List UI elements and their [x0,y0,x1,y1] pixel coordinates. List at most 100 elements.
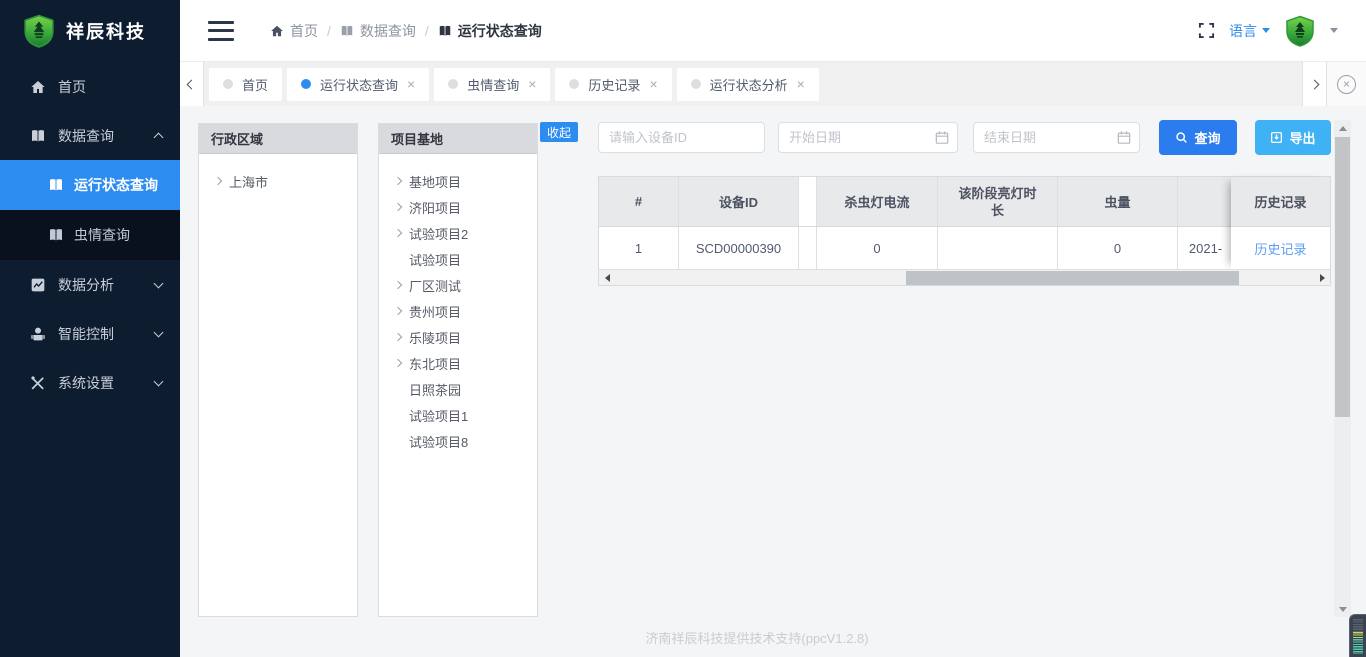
chevron-right-icon [394,281,402,289]
scroll-right-arrow-icon[interactable] [1314,270,1330,286]
caret-down-icon[interactable] [1330,28,1338,33]
breadcrumb-home[interactable]: 首页 [270,21,318,41]
sidebar-item-data-query[interactable]: 数据查询 [0,111,180,160]
hamburger-menu-icon[interactable] [208,21,234,41]
fullscreen-icon[interactable] [1198,22,1215,39]
tabbar: 首页 运行状态查询 × 虫情查询 × 历史记录 × [180,62,1366,106]
tabs-scroll-left-button[interactable] [180,62,204,106]
tab-history[interactable]: 历史记录 × [555,68,671,101]
column-header-date-partial [1178,177,1233,226]
tab-run-status-analysis[interactable]: 运行状态分析 × [677,68,819,101]
tree-item[interactable]: 贵州项目 [395,298,537,324]
column-header-partial [799,177,817,226]
chevron-down-icon [154,376,164,386]
scroll-left-arrow-icon[interactable] [599,270,615,286]
tree-item[interactable]: 试验项目 [395,246,537,272]
tab-dot-icon [223,79,233,89]
query-button[interactable]: 查询 [1159,120,1237,155]
footer-text: 济南祥辰科技提供技术支持(ppcV1.2.8) [180,628,1334,647]
book-icon [48,177,64,193]
scroll-down-arrow-icon[interactable] [1334,601,1351,617]
content-vertical-scrollbar[interactable] [1334,120,1351,617]
sidebar-item-smart-control[interactable]: 智能控制 [0,309,180,358]
tree-item[interactable]: 乐陵项目 [395,324,537,350]
scroll-up-arrow-icon[interactable] [1334,120,1351,136]
tree-item[interactable]: 东北项目 [395,350,537,376]
sidebar-item-run-status-query[interactable]: 运行状态查询 [0,160,180,210]
sidebar-item-label: 首页 [58,77,162,97]
horizontal-scrollbar-thumb[interactable] [906,271,1239,285]
start-date-input[interactable] [778,122,958,153]
chevron-right-icon [394,229,402,237]
tabs-menu-corner: × [1326,62,1366,106]
fixed-history-column: 历史记录 历史记录 [1231,177,1330,269]
avatar[interactable] [1284,15,1316,47]
tab-run-status-query[interactable]: 运行状态查询 × [287,68,429,101]
tab-close-icon[interactable]: × [649,77,657,91]
tab-dot-icon [691,79,701,89]
column-header-light-duration: 该阶段亮灯时长 [938,177,1058,226]
tab-close-icon[interactable]: × [407,77,415,91]
tree-item[interactable]: 日照茶园 [395,376,537,402]
tab-close-icon[interactable]: × [528,77,536,91]
tab-dot-icon [448,79,458,89]
tree-item[interactable]: 基地项目 [395,168,537,194]
tree-item[interactable]: 试验项目8 [395,428,537,454]
collapse-panels-button[interactable]: 收起 [540,122,578,142]
cell-index: 1 [599,227,679,269]
breadcrumb: 首页 / 数据查询 / 运行状态查询 [270,21,542,41]
vertical-scrollbar-thumb[interactable] [1335,137,1350,417]
home-icon [270,24,284,38]
region-tree: 上海市 [199,154,357,194]
tabs-scroll-right-button[interactable] [1302,62,1326,106]
calendar-icon [935,130,949,145]
tree-item-shanghai[interactable]: 上海市 [215,168,357,194]
end-date-input[interactable] [973,122,1140,153]
breadcrumb-data-query[interactable]: 数据查询 [340,21,416,41]
sidebar-item-insect-query[interactable]: 虫情查询 [0,210,180,260]
sidebar-item-system-settings[interactable]: 系统设置 [0,358,180,407]
table-horizontal-scrollbar[interactable] [599,269,1330,285]
chevron-down-icon [154,327,164,337]
device-id-input[interactable] [598,122,765,153]
app-window: 祥辰科技 首页 数据查询 运行 [0,0,1366,657]
meter-yellow-band [1353,632,1363,639]
history-record-link[interactable]: 历史记录 [1254,239,1306,258]
cell-current: 0 [817,227,938,269]
table-header-row: # 设备ID 杀虫灯电流 该阶段亮灯时长 虫量 [599,177,1330,227]
export-button[interactable]: 导出 [1255,120,1331,155]
cell-date-partial: 2021- [1178,227,1233,269]
sidebar-item-label: 数据查询 [58,126,143,146]
meter-teal-band [1353,639,1363,654]
column-header-history: 历史记录 [1231,177,1330,227]
book-icon [48,227,64,243]
start-date-field [778,122,958,153]
book-icon [438,24,452,38]
tree-item[interactable]: 试验项目1 [395,402,537,428]
sidebar-item-home[interactable]: 首页 [0,62,180,111]
table-row[interactable]: 1 SCD00000390 0 0 2021- [599,227,1330,269]
chevron-right-icon [394,307,402,315]
breadcrumb-current: 运行状态查询 [438,21,542,41]
tree-item[interactable]: 济阳项目 [395,194,537,220]
close-all-tabs-icon[interactable]: × [1337,75,1356,94]
chevron-right-icon [394,359,402,367]
sidebar-item-label: 运行状态查询 [74,175,158,195]
sidebar-item-label: 系统设置 [58,373,143,393]
chevron-up-icon [154,133,164,143]
tree-item[interactable]: 厂区测试 [395,272,537,298]
sidebar-item-label: 数据分析 [58,275,143,295]
tab-home[interactable]: 首页 [209,68,282,101]
brand-name: 祥辰科技 [66,18,146,44]
sidebar-item-label: 智能控制 [58,324,143,344]
tab-close-icon[interactable]: × [797,77,805,91]
tab-insect-query[interactable]: 虫情查询 × [434,68,550,101]
tree-item[interactable]: 试验项目2 [395,220,537,246]
sidebar-item-data-analysis[interactable]: 数据分析 [0,260,180,309]
caret-down-icon [1262,28,1270,33]
sidebar: 祥辰科技 首页 数据查询 运行 [0,0,180,657]
home-icon [30,79,46,95]
language-switcher[interactable]: 语言 [1229,21,1270,41]
chart-icon [30,277,46,293]
project-panel: 项目基地 基地项目 济阳项目 试验项目2 试验项目 厂区测试 贵州项目 乐陵项目… [378,123,538,617]
